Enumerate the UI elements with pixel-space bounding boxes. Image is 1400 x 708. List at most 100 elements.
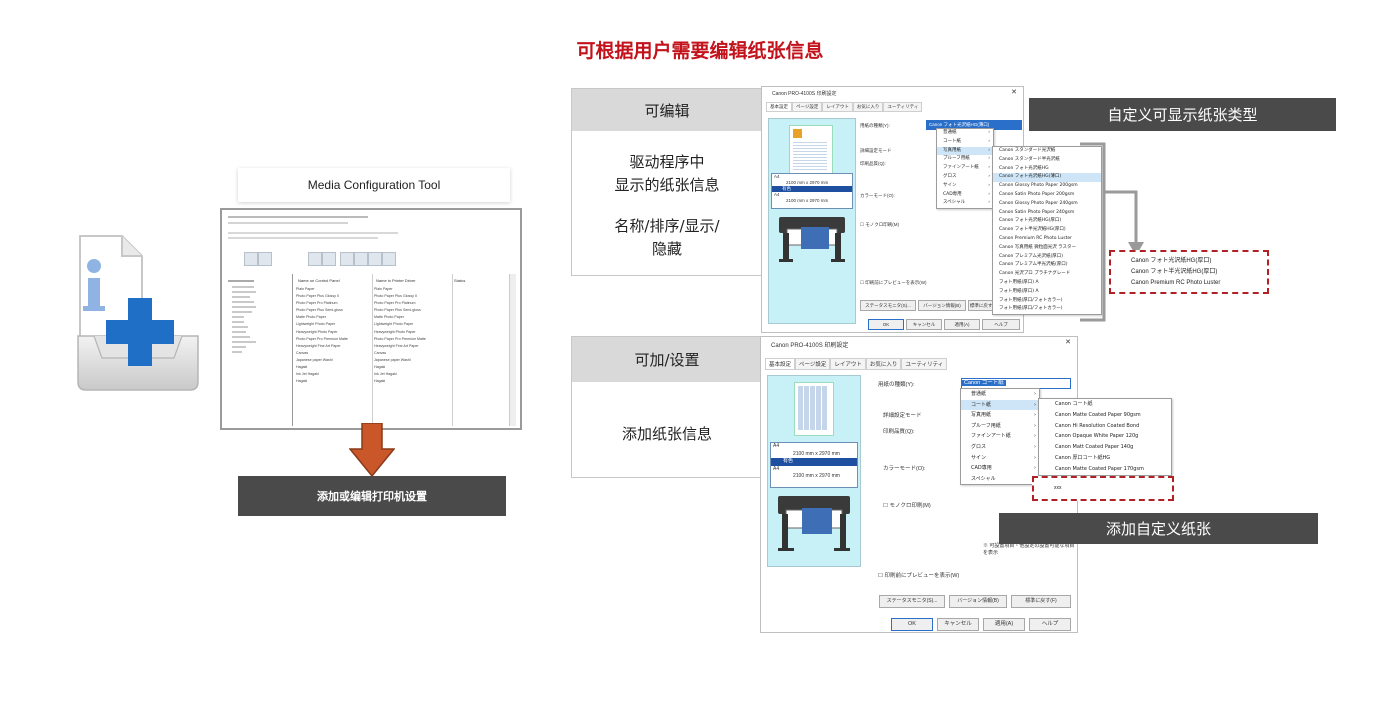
dialog-title: Canon PRO-4100S 印刷設定 <box>771 343 849 349</box>
media-type-label: 用紙の種類(Y): <box>878 382 915 388</box>
column-header: Name in Printer Driver <box>376 278 416 283</box>
menu-item[interactable]: 写真用紙 › <box>961 410 1039 421</box>
version-info-button[interactable]: バージョン情報(B) <box>949 595 1007 608</box>
tab-favorites[interactable]: お気に入り <box>865 358 902 370</box>
menu-item[interactable]: サイン › <box>937 182 993 191</box>
tab-basic[interactable]: 基本設定 <box>766 102 792 112</box>
printer-image <box>778 496 850 551</box>
panel-line: 名称/排序/显示/ <box>614 217 720 235</box>
dialog-title: Canon PRO-4100S 印刷設定 <box>772 91 837 97</box>
monochrome-checkbox[interactable]: ☐ モノクロ印刷(M) <box>883 501 931 509</box>
tab-utility[interactable]: ユーティリティ <box>883 102 923 112</box>
submenu-item[interactable]: Canon Opaque White Paper 120g <box>1039 431 1171 442</box>
paper-info: A4 2100 mm x 2970 mm 有色 A4 2100 mm x 297… <box>771 173 853 209</box>
media-type-label: 用紙の種類(Y): <box>860 123 890 128</box>
ok-button[interactable]: OK <box>868 319 904 330</box>
media-submenu: Canon コート紙 Canon Matte Coated Paper 90gs… <box>1038 398 1172 476</box>
tab-layout[interactable]: レイアウト <box>830 358 866 370</box>
panel-header: 可编辑 <box>572 89 762 131</box>
tab-layout[interactable]: レイアウト <box>822 102 853 112</box>
detail-mode-label: 詳細設定モード <box>860 148 892 153</box>
menu-item[interactable]: 普通紙 › <box>937 129 993 138</box>
color-mode-label: カラーモード(O): <box>860 193 895 198</box>
help-button[interactable]: ヘルプ <box>982 319 1020 330</box>
menu-item[interactable]: プルーフ用紙 › <box>961 421 1039 432</box>
submenu-item[interactable]: Canon Matte Coated Paper 90gsm <box>1039 410 1171 421</box>
monochrome-checkbox[interactable]: ☐ モノクロ印刷(M) <box>860 222 899 228</box>
print-preview: A4 2100 mm x 2970 mm 有色 A4 2100 mm x 297… <box>768 118 856 324</box>
scrollbar[interactable] <box>509 274 516 426</box>
page-preview <box>789 125 833 179</box>
tab-basic[interactable]: 基本設定 <box>765 358 796 370</box>
version-info-button[interactable]: バージョン情報(B) <box>918 300 966 311</box>
apply-button[interactable]: 適用(A) <box>983 618 1025 631</box>
menu-item[interactable]: サイン › <box>961 453 1039 464</box>
close-icon[interactable]: ✕ <box>1011 88 1017 96</box>
menu-item[interactable]: コート紙 › <box>937 138 993 147</box>
cancel-button[interactable]: キャンセル <box>906 319 942 330</box>
add-settings-panel: 可加/设置 添加纸张信息 <box>571 336 763 478</box>
tool-name-label: Media Configuration Tool <box>238 168 510 202</box>
panel-line: 添加纸张信息 <box>621 425 712 443</box>
menu-item[interactable]: スペシャル› <box>961 474 1039 485</box>
custom-display-callout: 自定义可显示纸张类型 <box>1029 98 1336 131</box>
menu-item[interactable]: 普通紙 › <box>961 389 1039 400</box>
new-custom-media-item[interactable]: xxx <box>1032 476 1174 501</box>
editable-panel: 可编辑 驱动程序中 显示的纸张信息 名称/排序/显示/ 隐藏 <box>571 88 763 276</box>
color-mode-label: カラーモード(O): <box>883 466 926 472</box>
panel-header: 可加/设置 <box>572 337 762 382</box>
submenu-item[interactable]: Canon Matt Coated Paper 140g <box>1039 442 1171 453</box>
media-category-menu: 普通紙 › コート紙 › 写真用紙 › プルーフ用紙 › ファインアート紙 › グロス › … <box>960 388 1040 486</box>
selected-media-list: Canon フォト光沢紙HG(厚口) Canon フォト半光沢紙HG(厚口) C… <box>1109 250 1269 294</box>
media-group-list[interactable] <box>224 274 293 426</box>
preview-checkbox[interactable]: ☐ 印刷前にプレビューを表示(W) <box>878 571 959 579</box>
tab-utility[interactable]: ユーティリティ <box>901 358 948 370</box>
page-heading: 可根据用户需要编辑纸张信息 <box>576 40 824 62</box>
flow-arrow-icon <box>1080 142 1144 322</box>
status-monitor-button[interactable]: ステータスモニタ(S)... <box>860 300 916 311</box>
menu-item[interactable]: ファインアート紙 › <box>937 164 993 173</box>
preview-checkbox[interactable]: ☐ 印刷前にプレビューを表示(W) <box>860 280 927 286</box>
driver-name-column: Plain Paper Photo Paper Plus Glossy II Ph… <box>374 287 426 384</box>
panel-line: 显示的纸张信息 <box>614 176 720 194</box>
menu-item[interactable]: グロス › <box>961 442 1039 453</box>
close-icon[interactable]: ✕ <box>1065 338 1071 346</box>
add-edit-printer-settings-label: 添加或编辑打印机设置 <box>238 476 506 516</box>
panel-line: 驱动程序中 <box>629 153 705 171</box>
media-table: Name on Control Panel Name in Printer Dr… <box>294 274 518 426</box>
apply-button[interactable]: 適用(A) <box>944 319 980 330</box>
menu-item[interactable]: CAD専用 › <box>961 463 1039 474</box>
menu-item[interactable]: CAD専用 › <box>937 191 993 200</box>
page-preview <box>794 382 834 436</box>
print-settings-dialog-top: Canon PRO-4100S 印刷設定 ✕ 基本設定 ページ設定 レイアウト … <box>761 86 1024 333</box>
restore-defaults-button[interactable]: 標準に戻す(F) <box>1011 595 1071 608</box>
menu-item[interactable]: 写真用紙 › <box>937 146 993 156</box>
print-quality-label: 印刷品質(Q): <box>860 161 886 166</box>
tab-page[interactable]: ページ設定 <box>795 358 831 370</box>
menu-item[interactable]: ファインアート紙 › <box>961 431 1039 442</box>
printer-image <box>779 217 845 262</box>
submenu-item[interactable]: Canon 厚口コート紙HG <box>1039 453 1171 464</box>
status-monitor-button[interactable]: ステータスモニタ(S)... <box>879 595 945 608</box>
submenu-item[interactable]: Canon Hi Resolution Coated Bond <box>1039 421 1171 432</box>
tab-page[interactable]: ページ設定 <box>792 102 823 112</box>
submenu-item[interactable]: Canon Matte Coated Paper 170gsm <box>1039 464 1171 475</box>
down-arrow-icon <box>349 423 395 477</box>
detail-mode-label: 詳細設定モード <box>883 413 922 419</box>
note-text: ※ 可設置項目・他設定の設置可能な項目を表示 <box>983 543 1075 556</box>
column-header: Status <box>454 278 466 283</box>
result-item: Canon フォト光沢紙HG(厚口) <box>1131 258 1212 264</box>
menu-item[interactable]: スペシャル› <box>937 199 993 208</box>
column-header: Name on Control Panel <box>298 278 340 283</box>
paper-info: A4 2100 mm x 2970 mm 有色 A4 2100 mm x 297… <box>770 442 858 488</box>
menu-item[interactable]: コート紙 › <box>961 399 1039 411</box>
help-button[interactable]: ヘルプ <box>1029 618 1071 631</box>
menu-item[interactable]: プルーフ用紙 › <box>937 155 993 164</box>
panel-line: 隐藏 <box>651 240 682 258</box>
cancel-button[interactable]: キャンセル <box>937 618 979 631</box>
menu-item[interactable]: グロス › <box>937 173 993 182</box>
tab-favorites[interactable]: お気に入り <box>852 102 884 112</box>
ok-button[interactable]: OK <box>891 618 933 631</box>
submenu-item[interactable]: Canon コート紙 <box>1039 399 1171 410</box>
add-custom-paper-callout: 添加自定义纸张 <box>999 513 1318 544</box>
